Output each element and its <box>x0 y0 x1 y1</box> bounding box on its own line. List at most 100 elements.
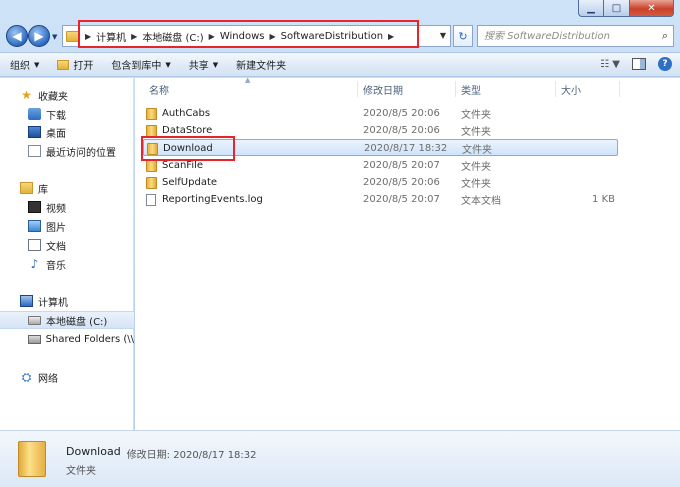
details-modified: 修改日期: 2020/8/17 18:32 <box>126 450 257 461</box>
video-icon <box>28 201 41 213</box>
sidebar-item-recent[interactable]: 最近访问的位置 <box>0 142 134 160</box>
sidebar-item-pictures[interactable]: 图片 <box>0 217 134 235</box>
refresh-button[interactable]: ↻ <box>453 25 473 47</box>
file-name: AuthCabs <box>162 108 211 119</box>
folder-icon <box>18 441 46 477</box>
column-header-label: 大小 <box>561 85 581 97</box>
close-button[interactable]: ✕ <box>630 0 674 17</box>
star-icon: ★ <box>21 88 32 102</box>
search-box[interactable]: ⌕ <box>477 25 674 47</box>
column-header-name[interactable]: 名称 <box>149 78 169 100</box>
new-folder-label: 新建文件夹 <box>236 61 287 72</box>
organize-button[interactable]: 组织 ▼ <box>10 57 40 73</box>
sidebar-item-music[interactable]: ♪ 音乐 <box>0 255 134 273</box>
text-document-icon <box>146 193 156 206</box>
file-row-authcabs[interactable]: AuthCabs 2020/8/5 20:06 文件夹 <box>143 105 618 122</box>
chevron-down-icon: ▼ <box>212 60 219 69</box>
library-icon <box>20 182 33 194</box>
maximize-button[interactable]: □ <box>604 0 630 17</box>
view-options-icon[interactable]: ☷ ▼ <box>600 59 620 70</box>
open-label: 打开 <box>73 61 94 72</box>
folder-icon <box>146 159 157 172</box>
sidebar-item-videos[interactable]: 视频 <box>0 198 134 216</box>
sidebar-item-label: 最近访问的位置 <box>46 147 116 159</box>
share-label: 共享 <box>188 61 209 72</box>
view-controls: ☷ ▼ ? <box>588 57 672 71</box>
sidebar-item-label: 图片 <box>46 222 66 234</box>
include-in-library-label: 包含到库中 <box>111 61 162 72</box>
open-button[interactable]: 打开 <box>57 57 93 72</box>
search-input[interactable] <box>484 30 644 42</box>
new-folder-button[interactable]: 新建文件夹 <box>236 57 286 72</box>
column-divider[interactable] <box>455 81 456 97</box>
sidebar-item-libraries[interactable]: 库 <box>0 179 134 197</box>
navigation-pane: ★ 收藏夹 下载 桌面 最近访问的位置 库 视频 图片 文档 ♪ 音乐 计算机 <box>0 78 134 430</box>
sidebar-item-desktop[interactable]: 桌面 <box>0 123 134 141</box>
file-name: DataStore <box>162 125 213 136</box>
folder-icon <box>146 107 157 120</box>
sidebar-item-network[interactable]: ⛭ 网络 <box>0 368 134 386</box>
file-type: 文件夹 <box>461 110 491 121</box>
sidebar-item-label: 网络 <box>38 373 58 385</box>
file-type: 文件夹 <box>461 179 491 190</box>
document-icon <box>28 239 41 251</box>
sidebar-item-downloads[interactable]: 下载 <box>0 105 134 123</box>
column-header-size[interactable]: 大小 <box>561 78 581 100</box>
chevron-down-icon: ▼ <box>34 60 40 69</box>
sidebar-item-label: 下载 <box>46 110 66 122</box>
open-folder-icon <box>57 59 70 70</box>
file-size <box>573 122 615 139</box>
column-header-label: 名称 <box>149 85 169 97</box>
organize-label: 组织 <box>10 61 30 72</box>
column-header-date[interactable]: 修改日期 <box>363 78 403 100</box>
sidebar-item-label: Shared Folders (\\ <box>45 333 134 345</box>
hard-drive-icon <box>28 315 41 325</box>
share-button[interactable]: 共享 ▼ <box>188 57 219 73</box>
sidebar-item-label: 音乐 <box>46 260 66 272</box>
sort-caret-icon: ▲ <box>245 76 251 84</box>
file-size <box>574 140 616 157</box>
preview-pane-icon[interactable] <box>632 58 646 70</box>
download-highlight-box <box>141 136 235 161</box>
file-type: 文件夹 <box>462 145 492 156</box>
file-size <box>573 174 615 191</box>
file-type: 文件夹 <box>461 127 491 138</box>
file-name: SelfUpdate <box>162 177 218 188</box>
address-highlight-box <box>78 20 419 48</box>
search-icon[interactable]: ⌕ <box>662 29 668 43</box>
sidebar-item-favorites[interactable]: ★ 收藏夹 <box>0 86 134 104</box>
file-date: 2020/8/5 20:06 <box>363 125 440 136</box>
file-name: ScanFile <box>162 160 204 171</box>
include-in-library-button[interactable]: 包含到库中 ▼ <box>111 57 170 73</box>
sidebar-item-local-disk[interactable]: 本地磁盘 (C:) <box>0 311 134 329</box>
file-size: 1 KB <box>592 194 615 205</box>
file-date: 2020/8/5 20:06 <box>363 108 440 119</box>
file-date: 2020/8/17 18:32 <box>364 143 448 154</box>
column-divider[interactable] <box>357 81 358 97</box>
column-header-label: 类型 <box>461 85 481 97</box>
forward-button[interactable]: ▶ <box>28 25 50 47</box>
file-type: 文本文档 <box>461 196 501 207</box>
file-date: 2020/8/5 20:06 <box>363 177 440 188</box>
window-controls: ▁ □ ✕ <box>578 0 674 17</box>
address-history-chevron-down-icon[interactable]: ▼ <box>440 31 446 40</box>
back-button[interactable]: ◀ <box>6 25 28 47</box>
file-row-reportingevents[interactable]: ReportingEvents.log 2020/8/5 20:07 文本文档 … <box>143 191 618 208</box>
file-row-selfupdate[interactable]: SelfUpdate 2020/8/5 20:06 文件夹 <box>143 174 618 191</box>
download-folder-icon <box>28 108 41 120</box>
sidebar-item-documents[interactable]: 文档 <box>0 236 134 254</box>
minimize-button[interactable]: ▁ <box>578 0 604 17</box>
help-icon[interactable]: ? <box>658 57 672 71</box>
music-note-icon: ♪ <box>30 257 39 271</box>
column-divider[interactable] <box>619 81 620 97</box>
sidebar-item-label: 库 <box>38 184 48 196</box>
column-header-type[interactable]: 类型 <box>461 78 481 100</box>
sidebar-item-label: 本地磁盘 (C:) <box>46 316 108 328</box>
sidebar-item-label: 桌面 <box>46 128 66 140</box>
sidebar-item-computer[interactable]: 计算机 <box>0 292 134 310</box>
picture-icon <box>28 220 41 232</box>
file-name: ReportingEvents.log <box>162 194 263 205</box>
sidebar-item-shared-folders[interactable]: Shared Folders (\\ <box>0 330 134 348</box>
column-divider[interactable] <box>555 81 556 97</box>
recent-pages-chevron-down-icon[interactable]: ▼ <box>52 33 57 41</box>
